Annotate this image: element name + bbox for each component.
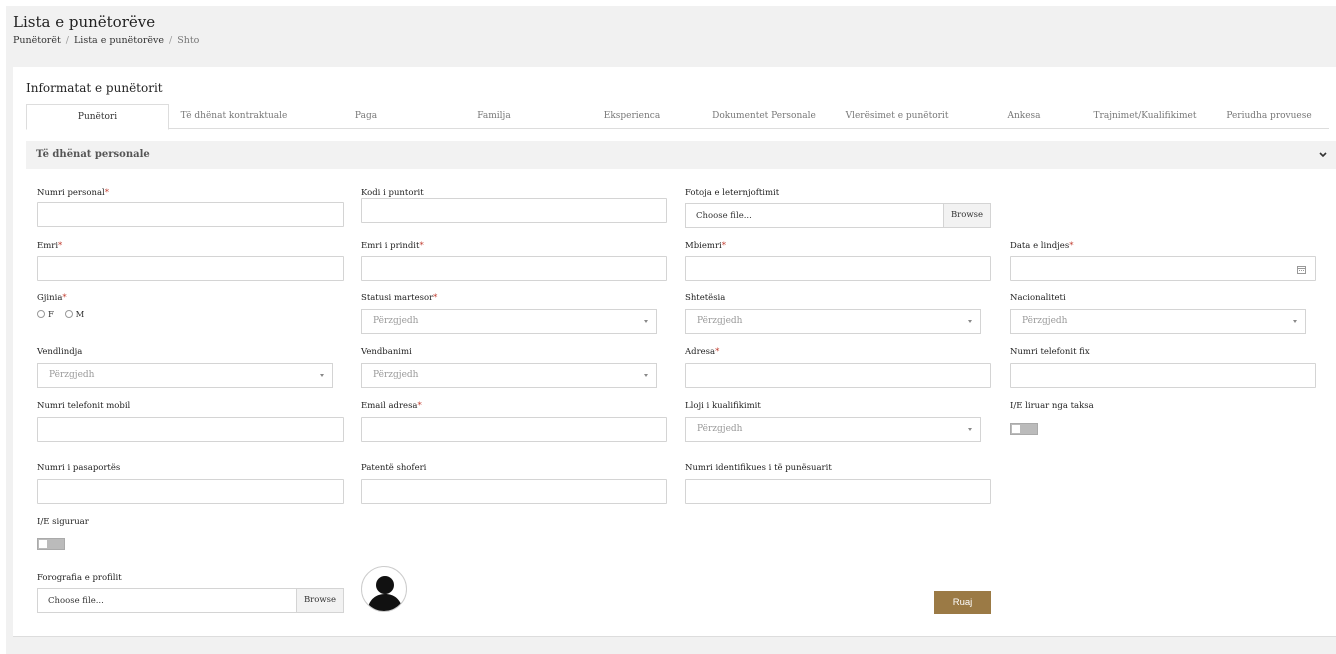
- label-telefon-mobil: Numri telefonit mobil: [37, 401, 131, 411]
- caret-down-icon: [968, 320, 972, 323]
- calendar-icon[interactable]: [1297, 265, 1306, 274]
- label-emri: Emri*: [37, 241, 63, 251]
- label-fotografia-profilit: Forografia e profilit: [37, 573, 122, 583]
- label-pasaporta: Numri i pasaportës: [37, 463, 121, 473]
- label-patente: Patentë shoferi: [361, 463, 427, 473]
- emri-input[interactable]: [37, 256, 344, 281]
- caret-down-icon: [644, 374, 648, 377]
- section-header-personal-data[interactable]: Të dhënat personale: [26, 141, 1336, 169]
- label-numri-identifikues: Numri identifikues i të punësuarit: [685, 463, 832, 473]
- caret-down-icon: [644, 320, 648, 323]
- file-name: Choose file...: [48, 596, 104, 606]
- fotoja-file-input[interactable]: Choose file... Browse: [685, 203, 991, 228]
- tab-ankesa[interactable]: Ankesa: [989, 104, 1059, 129]
- toggle-knob: [39, 540, 47, 548]
- caret-down-icon: [320, 374, 324, 377]
- email-input[interactable]: [361, 417, 667, 442]
- caret-down-icon: [1293, 320, 1297, 323]
- breadcrumb: Punëtorët / Lista e punëtorëve / Shto: [13, 35, 200, 46]
- label-lloji-kualifikimit: Lloji i kualifikimit: [685, 401, 761, 411]
- page-title: Lista e punëtorëve: [13, 13, 156, 31]
- telefon-fix-input[interactable]: [1010, 363, 1316, 388]
- breadcrumb-item-shto: Shto: [177, 35, 200, 46]
- vendbanimi-select[interactable]: Përzgjedh: [361, 363, 657, 388]
- label-vendbanimi: Vendbanimi: [361, 347, 412, 357]
- label-adresa: Adresa*: [685, 347, 720, 357]
- file-name: Choose file...: [696, 211, 752, 221]
- label-shtetesia: Shtetësia: [685, 293, 726, 303]
- toggle-knob: [1012, 425, 1020, 433]
- tab-periudha-provuese[interactable]: Periudha provuese: [1216, 104, 1322, 129]
- tab-paga[interactable]: Paga: [321, 104, 411, 129]
- label-siguruar: I/E siguruar: [37, 517, 89, 527]
- profile-photo-file-input[interactable]: Choose file... Browse: [37, 588, 344, 613]
- shtetesia-select[interactable]: Përzgjedh: [685, 309, 981, 334]
- patente-input[interactable]: [361, 479, 667, 504]
- nacionaliteti-select[interactable]: Përzgjedh: [1010, 309, 1306, 334]
- numri-personal-input[interactable]: [37, 202, 344, 227]
- data-lindjes-input[interactable]: [1010, 256, 1316, 281]
- tab-dokumentet-personale[interactable]: Dokumentet Personale: [702, 104, 826, 129]
- vendlindja-select[interactable]: Përzgjedh: [37, 363, 333, 388]
- gjinia-radio-group: F M: [37, 310, 84, 320]
- label-numri-personal: Numri personal*: [37, 188, 109, 198]
- label-vendlindja: Vendlindja: [37, 347, 83, 357]
- label-mbiemri: Mbiemri*: [685, 241, 726, 251]
- user-silhouette-icon: [367, 576, 403, 611]
- liruar-taksa-toggle[interactable]: [1010, 423, 1038, 435]
- browse-button[interactable]: Browse: [296, 589, 343, 612]
- label-nacionaliteti: Nacionaliteti: [1010, 293, 1066, 303]
- radio-f-label: F: [48, 310, 54, 320]
- lloji-kualifikimit-select[interactable]: Përzgjedh: [685, 417, 981, 442]
- browse-button[interactable]: Browse: [943, 204, 990, 227]
- numri-identifikues-input[interactable]: [685, 479, 991, 504]
- kodi-puntorit-input[interactable]: [361, 198, 667, 223]
- siguruar-toggle[interactable]: [37, 538, 65, 550]
- mbiemri-input[interactable]: [685, 256, 991, 281]
- breadcrumb-item-lista[interactable]: Lista e punëtorëve: [74, 35, 164, 46]
- tab-vleresimet[interactable]: Vlerësimet e punëtorit: [832, 104, 962, 129]
- label-emri-prindit: Emri i prindit*: [361, 241, 424, 251]
- emri-prindit-input[interactable]: [361, 256, 667, 281]
- breadcrumb-item-punetoret[interactable]: Punëtorët: [13, 35, 61, 46]
- tab-trajnimet[interactable]: Trajnimet/Kualifikimet: [1084, 104, 1206, 129]
- chevron-down-icon[interactable]: [1316, 147, 1330, 161]
- label-data-lindjes: Data e lindjes*: [1010, 241, 1074, 251]
- statusi-martesor-select[interactable]: Përzgjedh: [361, 309, 657, 334]
- telefon-mobil-input[interactable]: [37, 417, 344, 442]
- card-title: Informatat e punëtorit: [26, 81, 163, 95]
- section-title: Të dhënat personale: [36, 149, 150, 160]
- tab-te-dhenat-kontraktuale[interactable]: Të dhënat kontraktuale: [172, 104, 296, 129]
- caret-down-icon: [968, 428, 972, 431]
- employee-info-card: Informatat e punëtorit Punëtori Të dhëna…: [13, 67, 1336, 637]
- label-telefon-fix: Numri telefonit fix: [1010, 347, 1090, 357]
- label-gjinia: Gjinia*: [37, 293, 67, 303]
- label-fotoja-leternjoftimit: Fotoja e leternjoftimit: [685, 188, 780, 198]
- radio-m-label: M: [75, 310, 85, 320]
- pasaporta-input[interactable]: [37, 479, 344, 504]
- avatar: [361, 566, 407, 612]
- label-kodi-puntorit: Kodi i puntorit: [361, 188, 424, 198]
- tab-familja[interactable]: Familja: [454, 104, 534, 129]
- label-liruar-taksa: I/E liruar nga taksa: [1010, 401, 1094, 411]
- tab-punetori[interactable]: Punëtori: [26, 104, 169, 130]
- save-button[interactable]: Ruaj: [934, 591, 991, 614]
- label-email: Email adresa*: [361, 401, 422, 411]
- tab-eksperienca[interactable]: Eksperienca: [586, 104, 678, 129]
- radio-f[interactable]: [37, 310, 45, 318]
- radio-m[interactable]: [64, 310, 73, 318]
- adresa-input[interactable]: [685, 363, 991, 388]
- label-statusi-martesor: Statusi martesor*: [361, 293, 438, 303]
- tab-bar: Punëtori Të dhënat kontraktuale Paga Fam…: [26, 104, 1329, 130]
